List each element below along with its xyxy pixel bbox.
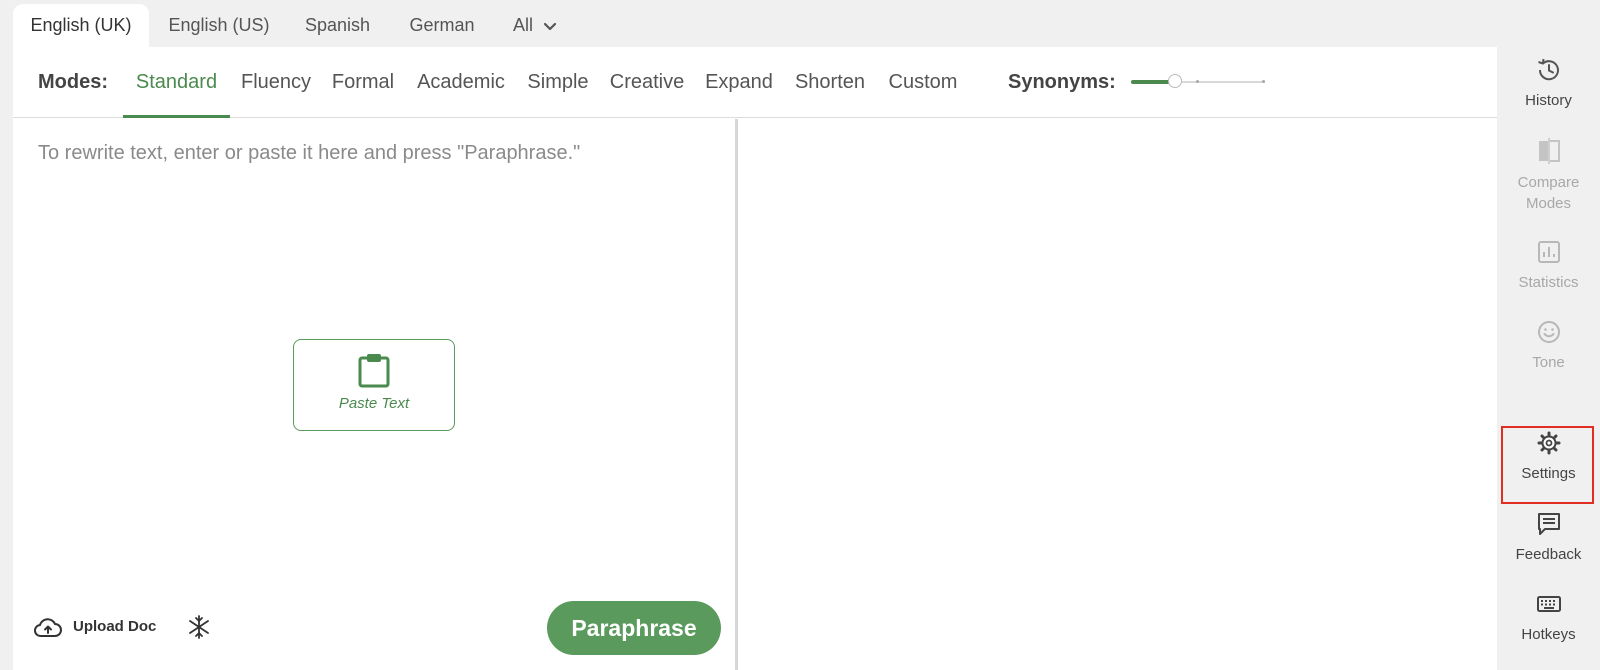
tab-label: English (US) bbox=[168, 15, 270, 35]
mode-expand[interactable]: Expand bbox=[704, 47, 774, 117]
feedback-icon bbox=[1537, 513, 1560, 535]
tab-german[interactable]: German bbox=[392, 4, 492, 47]
paste-text-label: Paste Text bbox=[338, 395, 410, 412]
slider-thumb[interactable] bbox=[1168, 74, 1182, 88]
mode-label: Academic bbox=[417, 71, 505, 93]
tab-label: German bbox=[409, 15, 475, 35]
slider-tick bbox=[1196, 80, 1199, 83]
sidebar-item-label: Settings bbox=[1521, 465, 1576, 482]
statistics-icon bbox=[1537, 241, 1560, 263]
sidebar-item-settings[interactable]: Settings bbox=[1497, 429, 1600, 484]
mode-shorten[interactable]: Shorten bbox=[793, 47, 867, 117]
sidebar-item-hotkeys[interactable]: Hotkeys bbox=[1497, 590, 1600, 645]
tab-label: All bbox=[512, 15, 533, 35]
slider-tick bbox=[1262, 80, 1265, 83]
sidebar-item-label: Compare Modes bbox=[1517, 174, 1580, 212]
paraphraser-panel: Modes: Standard Fluency Formal Academic … bbox=[13, 47, 1497, 670]
sidebar-item-label: Hotkeys bbox=[1521, 626, 1576, 643]
mode-label: Creative bbox=[609, 71, 685, 93]
upload-doc-label: Upload Doc bbox=[73, 618, 157, 635]
mode-label: Fluency bbox=[240, 71, 312, 93]
synonyms-label: Synonyms: bbox=[1008, 71, 1116, 93]
compare-modes-icon bbox=[1538, 138, 1560, 164]
history-icon bbox=[1537, 58, 1559, 81]
paraphrase-button[interactable]: Paraphrase bbox=[547, 601, 721, 655]
input-text-area[interactable]: To rewrite text, enter or paste it here … bbox=[38, 142, 580, 165]
mode-standard[interactable]: Standard bbox=[123, 47, 230, 118]
sidebar-item-label: History bbox=[1525, 92, 1572, 109]
synonyms-slider[interactable] bbox=[1131, 71, 1265, 93]
snowflake-icon bbox=[189, 615, 209, 639]
tab-label: English (UK) bbox=[30, 15, 132, 35]
sidebar-item-label: Statistics bbox=[1518, 274, 1579, 291]
mode-fluency[interactable]: Fluency bbox=[239, 47, 313, 117]
mode-label: Expand bbox=[705, 71, 773, 93]
keyboard-icon bbox=[1536, 596, 1561, 612]
smiley-icon bbox=[1537, 321, 1560, 343]
modes-bar: Modes: Standard Fluency Formal Academic … bbox=[13, 47, 1497, 118]
chevron-down-icon bbox=[543, 5, 557, 48]
mode-label: Formal bbox=[331, 71, 395, 93]
tab-english-us[interactable]: English (US) bbox=[154, 4, 284, 47]
right-sidebar: History Compare Modes Statistics Tone Se… bbox=[1497, 47, 1600, 670]
mode-label: Shorten bbox=[794, 71, 866, 93]
tab-label: Spanish bbox=[304, 15, 371, 35]
mode-label: Custom bbox=[888, 71, 958, 93]
cloud-upload-icon bbox=[34, 618, 62, 637]
mode-custom[interactable]: Custom bbox=[887, 47, 959, 117]
sidebar-item-history[interactable]: History bbox=[1497, 56, 1600, 111]
panel-divider bbox=[735, 119, 738, 670]
sidebar-item-label: Tone bbox=[1532, 354, 1565, 371]
freeze-words-button[interactable] bbox=[185, 613, 213, 641]
sidebar-item-feedback[interactable]: Feedback bbox=[1497, 510, 1600, 565]
sidebar-item-tone[interactable]: Tone bbox=[1497, 318, 1600, 373]
tab-english-uk[interactable]: English (UK) bbox=[13, 4, 149, 47]
sidebar-item-label: Feedback bbox=[1515, 546, 1582, 563]
clipboard-icon bbox=[358, 354, 390, 388]
tab-all-languages-dropdown[interactable]: All bbox=[500, 4, 570, 47]
modes-label: Modes: bbox=[38, 71, 108, 93]
mode-creative[interactable]: Creative bbox=[609, 47, 685, 117]
paste-text-button[interactable]: Paste Text bbox=[293, 339, 455, 431]
mode-academic[interactable]: Academic bbox=[416, 47, 506, 117]
tab-spanish[interactable]: Spanish bbox=[290, 4, 385, 47]
sidebar-item-statistics[interactable]: Statistics bbox=[1497, 238, 1600, 293]
mode-formal[interactable]: Formal bbox=[330, 47, 396, 117]
mode-label: Standard bbox=[135, 71, 218, 93]
language-tab-bar: English (UK) English (US) Spanish German… bbox=[0, 0, 1600, 47]
mode-label: Simple bbox=[527, 71, 589, 93]
sidebar-item-compare-modes[interactable]: Compare Modes bbox=[1497, 136, 1600, 214]
gear-icon bbox=[1537, 431, 1560, 455]
mode-simple[interactable]: Simple bbox=[527, 47, 589, 117]
